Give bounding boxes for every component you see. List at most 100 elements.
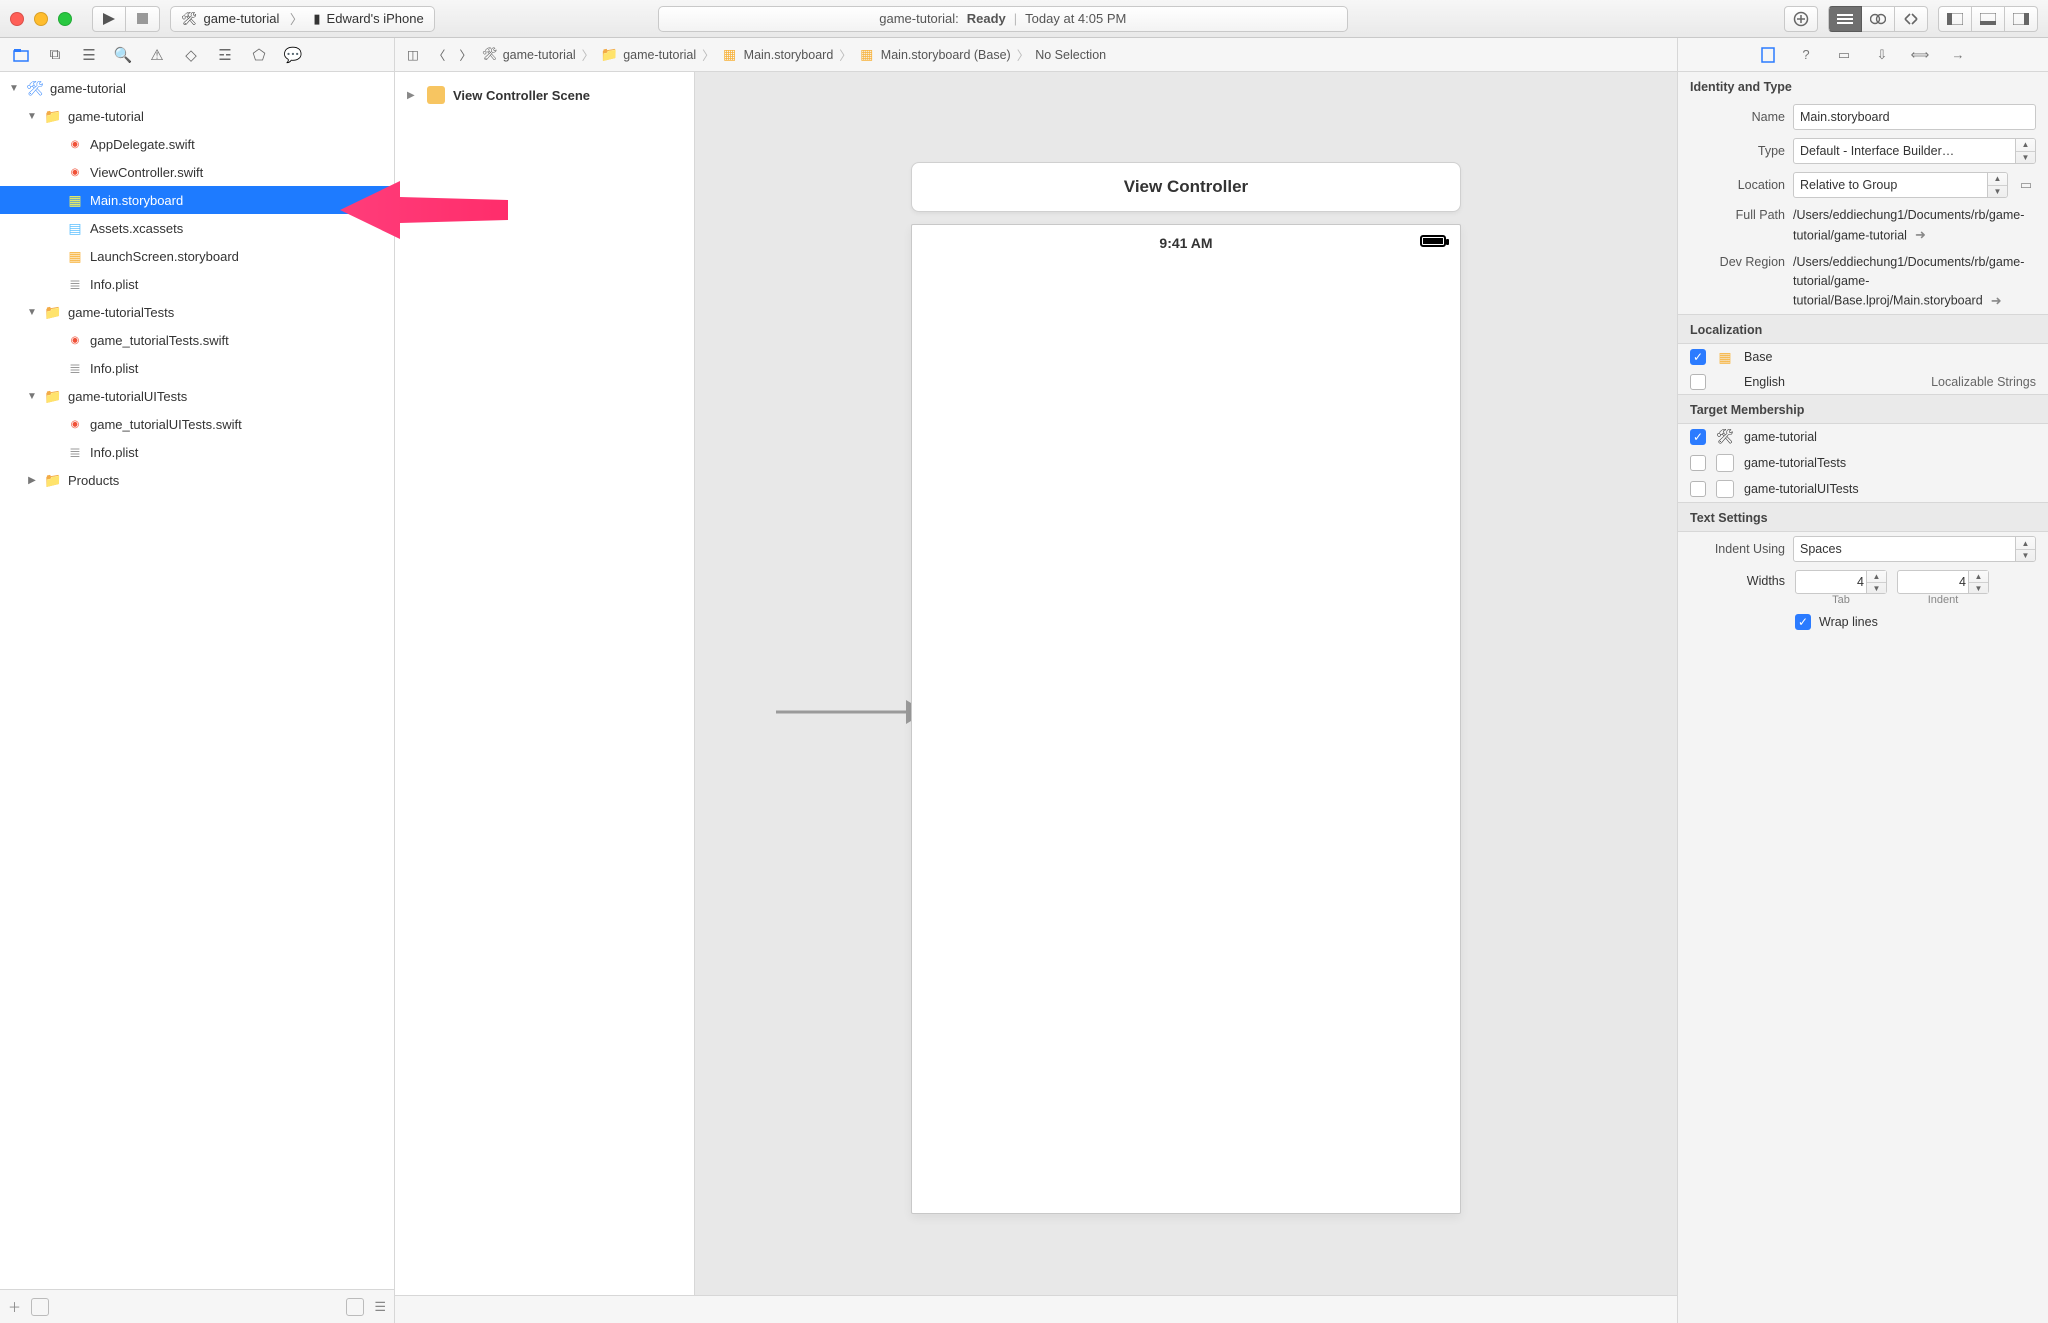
window-controls — [10, 12, 72, 26]
widths-label: Widths — [1690, 570, 1785, 588]
disclosure-icon[interactable]: ▶ — [407, 90, 419, 101]
issue-navigator-tab[interactable]: ⚠ — [142, 43, 172, 67]
filter-recent-icon[interactable] — [31, 1298, 49, 1316]
localization-base-row[interactable]: ✓ Base — [1678, 344, 2048, 370]
localization-english-row[interactable]: English Localizable Strings — [1678, 370, 2048, 394]
target-row[interactable]: ✓🛠game-tutorial — [1678, 424, 2048, 450]
group-row[interactable]: ▼game-tutorial — [0, 102, 394, 130]
plist-icon — [66, 443, 84, 461]
localization-section-header: Localization — [1678, 314, 2048, 344]
device-icon: ▮ — [313, 11, 320, 27]
find-navigator-tab[interactable]: 🔍 — [108, 43, 138, 67]
chevron-right-icon: 〉 — [289, 7, 303, 31]
assistant-editor-button[interactable] — [1862, 6, 1895, 32]
filter-scm-icon[interactable] — [346, 1298, 364, 1316]
toggle-debug-button[interactable] — [1972, 6, 2005, 32]
standard-editor-button[interactable] — [1828, 6, 1862, 32]
minimize-window-button[interactable] — [34, 12, 48, 26]
group-row[interactable]: ▶Products — [0, 466, 394, 494]
outline-scene-row[interactable]: ▶ View Controller Scene — [407, 82, 682, 108]
indent-width-field[interactable]: 4 ▲▼ — [1897, 570, 1989, 594]
project-tree[interactable]: ▼game-tutorial▼game-tutorialAppDelegate.… — [0, 72, 394, 1289]
document-outline[interactable]: ▶ View Controller Scene — [395, 72, 695, 1295]
group-row[interactable]: ▼game-tutorialTests — [0, 298, 394, 326]
zoom-window-button[interactable] — [58, 12, 72, 26]
file-row[interactable]: Info.plist — [0, 270, 394, 298]
checkbox-off[interactable] — [1690, 374, 1706, 390]
project-navigator-tab[interactable] — [6, 43, 36, 67]
scheme-selector[interactable]: 🛠 game-tutorial 〉 ▮ Edward's iPhone — [170, 6, 435, 32]
quick-help-tab[interactable]: ? — [1791, 44, 1821, 66]
forward-button[interactable]: 〉 — [455, 45, 476, 64]
filter-icon[interactable]: ☰ — [374, 1299, 386, 1315]
view-controller-title-bar[interactable]: View Controller — [911, 162, 1461, 212]
titlebar: 🛠 game-tutorial 〉 ▮ Edward's iPhone game… — [0, 0, 2048, 38]
panel-toggle-group — [1938, 6, 2038, 32]
file-row[interactable]: Info.plist — [0, 438, 394, 466]
checkbox[interactable]: ✓ — [1690, 429, 1706, 445]
identity-inspector-tab[interactable]: ▭ — [1829, 44, 1859, 66]
related-items-icon[interactable]: ◫ — [403, 47, 423, 62]
choose-folder-icon[interactable]: ▭ — [2016, 175, 2036, 195]
swift-icon — [66, 163, 84, 181]
navigator-filter-bar[interactable]: ＋ ☰ — [0, 1289, 394, 1323]
file-row[interactable]: Info.plist — [0, 354, 394, 382]
canvas-bottom-bar[interactable] — [395, 1295, 1677, 1323]
attributes-inspector-tab[interactable]: ⇩ — [1867, 44, 1897, 66]
reveal-in-finder-icon[interactable]: ➜ — [1986, 290, 2006, 310]
source-control-navigator-tab[interactable]: ⧉ — [40, 43, 70, 67]
connections-inspector-tab[interactable]: → — [1943, 44, 1973, 66]
run-button[interactable] — [92, 6, 126, 32]
checkbox[interactable] — [1690, 455, 1706, 471]
fullpath-label: Full Path — [1690, 206, 1785, 245]
toggle-navigator-button[interactable] — [1938, 6, 1972, 32]
jump-bar[interactable]: ◫ 〈 〉 🛠game-tutorial 〉 game-tutorial 〉 M… — [395, 38, 1677, 72]
debug-navigator-tab[interactable]: ☲ — [210, 43, 240, 67]
test-navigator-tab[interactable]: ◇ — [176, 43, 206, 67]
folder-icon — [44, 107, 62, 125]
file-row[interactable]: game_tutorialTests.swift — [0, 326, 394, 354]
app-icon: 🛠 — [482, 47, 498, 62]
tab-width-field[interactable]: 4 ▲▼ — [1795, 570, 1887, 594]
version-editor-button[interactable] — [1895, 6, 1928, 32]
target-row[interactable]: game-tutorialUITests — [1678, 476, 2048, 502]
group-row[interactable]: ▼game-tutorialUITests — [0, 382, 394, 410]
target-row[interactable]: game-tutorialTests — [1678, 450, 2048, 476]
size-inspector-tab[interactable]: ⟺ — [1905, 44, 1935, 66]
symbol-navigator-tab[interactable]: ☰ — [74, 43, 104, 67]
breakpoint-navigator-tab[interactable]: ⬠ — [244, 43, 274, 67]
wrap-lines-checkbox[interactable]: ✓ — [1795, 614, 1811, 630]
simulated-device-frame[interactable]: 9:41 AM — [911, 224, 1461, 1214]
identity-section-header: Identity and Type — [1678, 72, 2048, 100]
checkbox-on[interactable]: ✓ — [1690, 349, 1706, 365]
name-field[interactable]: Main.storyboard — [1793, 104, 2036, 130]
toggle-inspector-button[interactable] — [2005, 6, 2038, 32]
indent-using-popup[interactable]: Spaces ▲▼ — [1793, 536, 2036, 562]
library-button[interactable] — [1784, 6, 1818, 32]
folder-icon — [600, 46, 618, 64]
file-row[interactable]: Main.storyboard — [0, 186, 394, 214]
report-navigator-tab[interactable]: 💬 — [278, 43, 308, 67]
file-inspector-tab[interactable] — [1753, 44, 1783, 66]
file-row[interactable]: AppDelegate.swift — [0, 130, 394, 158]
checkbox[interactable] — [1690, 481, 1706, 497]
file-row[interactable]: LaunchScreen.storyboard — [0, 242, 394, 270]
back-button[interactable]: 〈 — [429, 45, 450, 64]
close-window-button[interactable] — [10, 12, 24, 26]
file-row[interactable]: game_tutorialUITests.swift — [0, 410, 394, 438]
type-popup[interactable]: Default - Interface Builder… ▲▼ — [1793, 138, 2036, 164]
interface-builder-canvas[interactable]: View Controller 9:41 AM — [695, 72, 1677, 1295]
project-root-row[interactable]: ▼game-tutorial — [0, 74, 394, 102]
plist-icon — [66, 359, 84, 377]
status-time: Today at 4:05 PM — [1025, 11, 1126, 26]
reveal-in-finder-icon[interactable]: ➜ — [1910, 225, 1930, 245]
location-popup[interactable]: Relative to Group ▲▼ — [1793, 172, 2008, 198]
plist-icon — [66, 275, 84, 293]
file-row[interactable]: Assets.xcassets — [0, 214, 394, 242]
editor-area: ◫ 〈 〉 🛠game-tutorial 〉 game-tutorial 〉 M… — [395, 38, 1678, 1323]
stop-button[interactable] — [126, 6, 160, 32]
bundle-icon — [1716, 454, 1734, 472]
add-icon[interactable]: ＋ — [8, 1297, 21, 1316]
file-row[interactable]: ViewController.swift — [0, 158, 394, 186]
assets-icon — [66, 219, 84, 237]
